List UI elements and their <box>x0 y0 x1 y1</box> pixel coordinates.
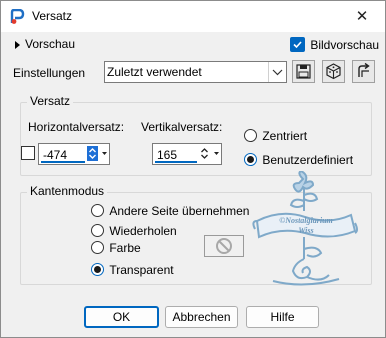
no-color-icon <box>216 238 232 254</box>
radio-transparent-label: Transparent <box>109 262 174 277</box>
radio-selected-icon <box>91 263 104 277</box>
preview-toggle[interactable]: Vorschau <box>15 37 75 51</box>
vertical-offset-value: 165 <box>157 148 178 162</box>
radio-color[interactable]: Farbe <box>91 240 141 255</box>
window-title: Versatz <box>32 9 73 23</box>
slider-popup-icon[interactable] <box>213 147 220 164</box>
image-preview-label: Bildvorschau <box>310 37 380 52</box>
help-button[interactable]: Hilfe <box>246 306 319 328</box>
watermark-logo: ©Nostalgiarium Wiss <box>251 169 359 289</box>
radio-selected-icon <box>244 153 257 167</box>
horizontal-offset-spinner[interactable]: -474 <box>38 143 110 165</box>
cancel-button[interactable]: Abbrechen <box>165 306 238 328</box>
dialog-window: Versatz ✕ Vorschau Bildvorschau Einstell… <box>0 0 386 338</box>
horizontal-offset-value: -474 <box>43 148 68 162</box>
vertical-offset-spinner[interactable]: 165 <box>152 143 222 165</box>
link-offsets-checkbox[interactable] <box>21 146 35 160</box>
watermark-text-1: ©Nostalgiarium <box>279 216 333 225</box>
settings-dropdown[interactable]: Zuletzt verwendet <box>104 61 287 83</box>
radio-icon <box>91 241 104 255</box>
title-bar[interactable]: Versatz ✕ <box>1 1 385 32</box>
preview-label: Vorschau <box>25 37 76 51</box>
edge-mode-group-title: Kantenmodus <box>27 184 108 198</box>
radio-icon <box>91 204 104 218</box>
vertical-offset-label: Vertikalversatz: <box>141 120 223 134</box>
radio-repeat[interactable]: Wiederholen <box>91 223 177 238</box>
radio-custom-label: Benutzerdefiniert <box>262 152 354 167</box>
app-icon <box>9 8 25 25</box>
radio-wrap-around[interactable]: Andere Seite übernehmen <box>91 203 249 218</box>
radio-color-label: Farbe <box>109 240 141 255</box>
radio-icon <box>91 224 104 238</box>
close-button[interactable]: ✕ <box>353 9 371 25</box>
save-preset-icon <box>296 64 311 79</box>
preset-options-icon <box>326 63 341 80</box>
triangle-right-icon <box>15 40 20 49</box>
settings-value: Zuletzt verwendet <box>107 65 202 79</box>
close-icon: ✕ <box>355 8 369 25</box>
radio-repeat-label: Wiederholen <box>109 223 177 238</box>
reset-button[interactable] <box>352 60 375 83</box>
offset-group-title: Versatz <box>27 94 74 108</box>
spin-updown-icon[interactable] <box>87 146 98 161</box>
horizontal-offset-label: Horizontalversatz: <box>28 120 125 134</box>
spin-updown-icon[interactable] <box>199 146 210 161</box>
settings-label: Einstellungen <box>13 66 86 80</box>
edge-color-swatch[interactable] <box>204 235 244 257</box>
radio-wrap-around-label: Andere Seite übernehmen <box>109 203 250 218</box>
save-preset-button[interactable] <box>292 60 315 83</box>
radio-custom[interactable]: Benutzerdefiniert <box>244 152 353 167</box>
ok-button[interactable]: OK <box>84 306 159 328</box>
radio-centered-label: Zentriert <box>262 128 308 143</box>
checkbox-checked-icon <box>290 37 305 53</box>
radio-icon <box>244 129 257 143</box>
radio-centered[interactable]: Zentriert <box>244 128 307 143</box>
image-preview-checkbox[interactable]: Bildvorschau <box>290 37 380 53</box>
reset-icon <box>358 62 370 77</box>
preset-options-button[interactable] <box>322 60 345 83</box>
spinner-focus-underline <box>41 161 85 163</box>
chevron-down-icon[interactable] <box>268 62 286 82</box>
slider-popup-icon[interactable] <box>101 147 108 164</box>
radio-transparent[interactable]: Transparent <box>91 262 174 277</box>
spinner-focus-underline <box>155 161 197 163</box>
watermark-text-2: Wiss <box>298 226 313 235</box>
